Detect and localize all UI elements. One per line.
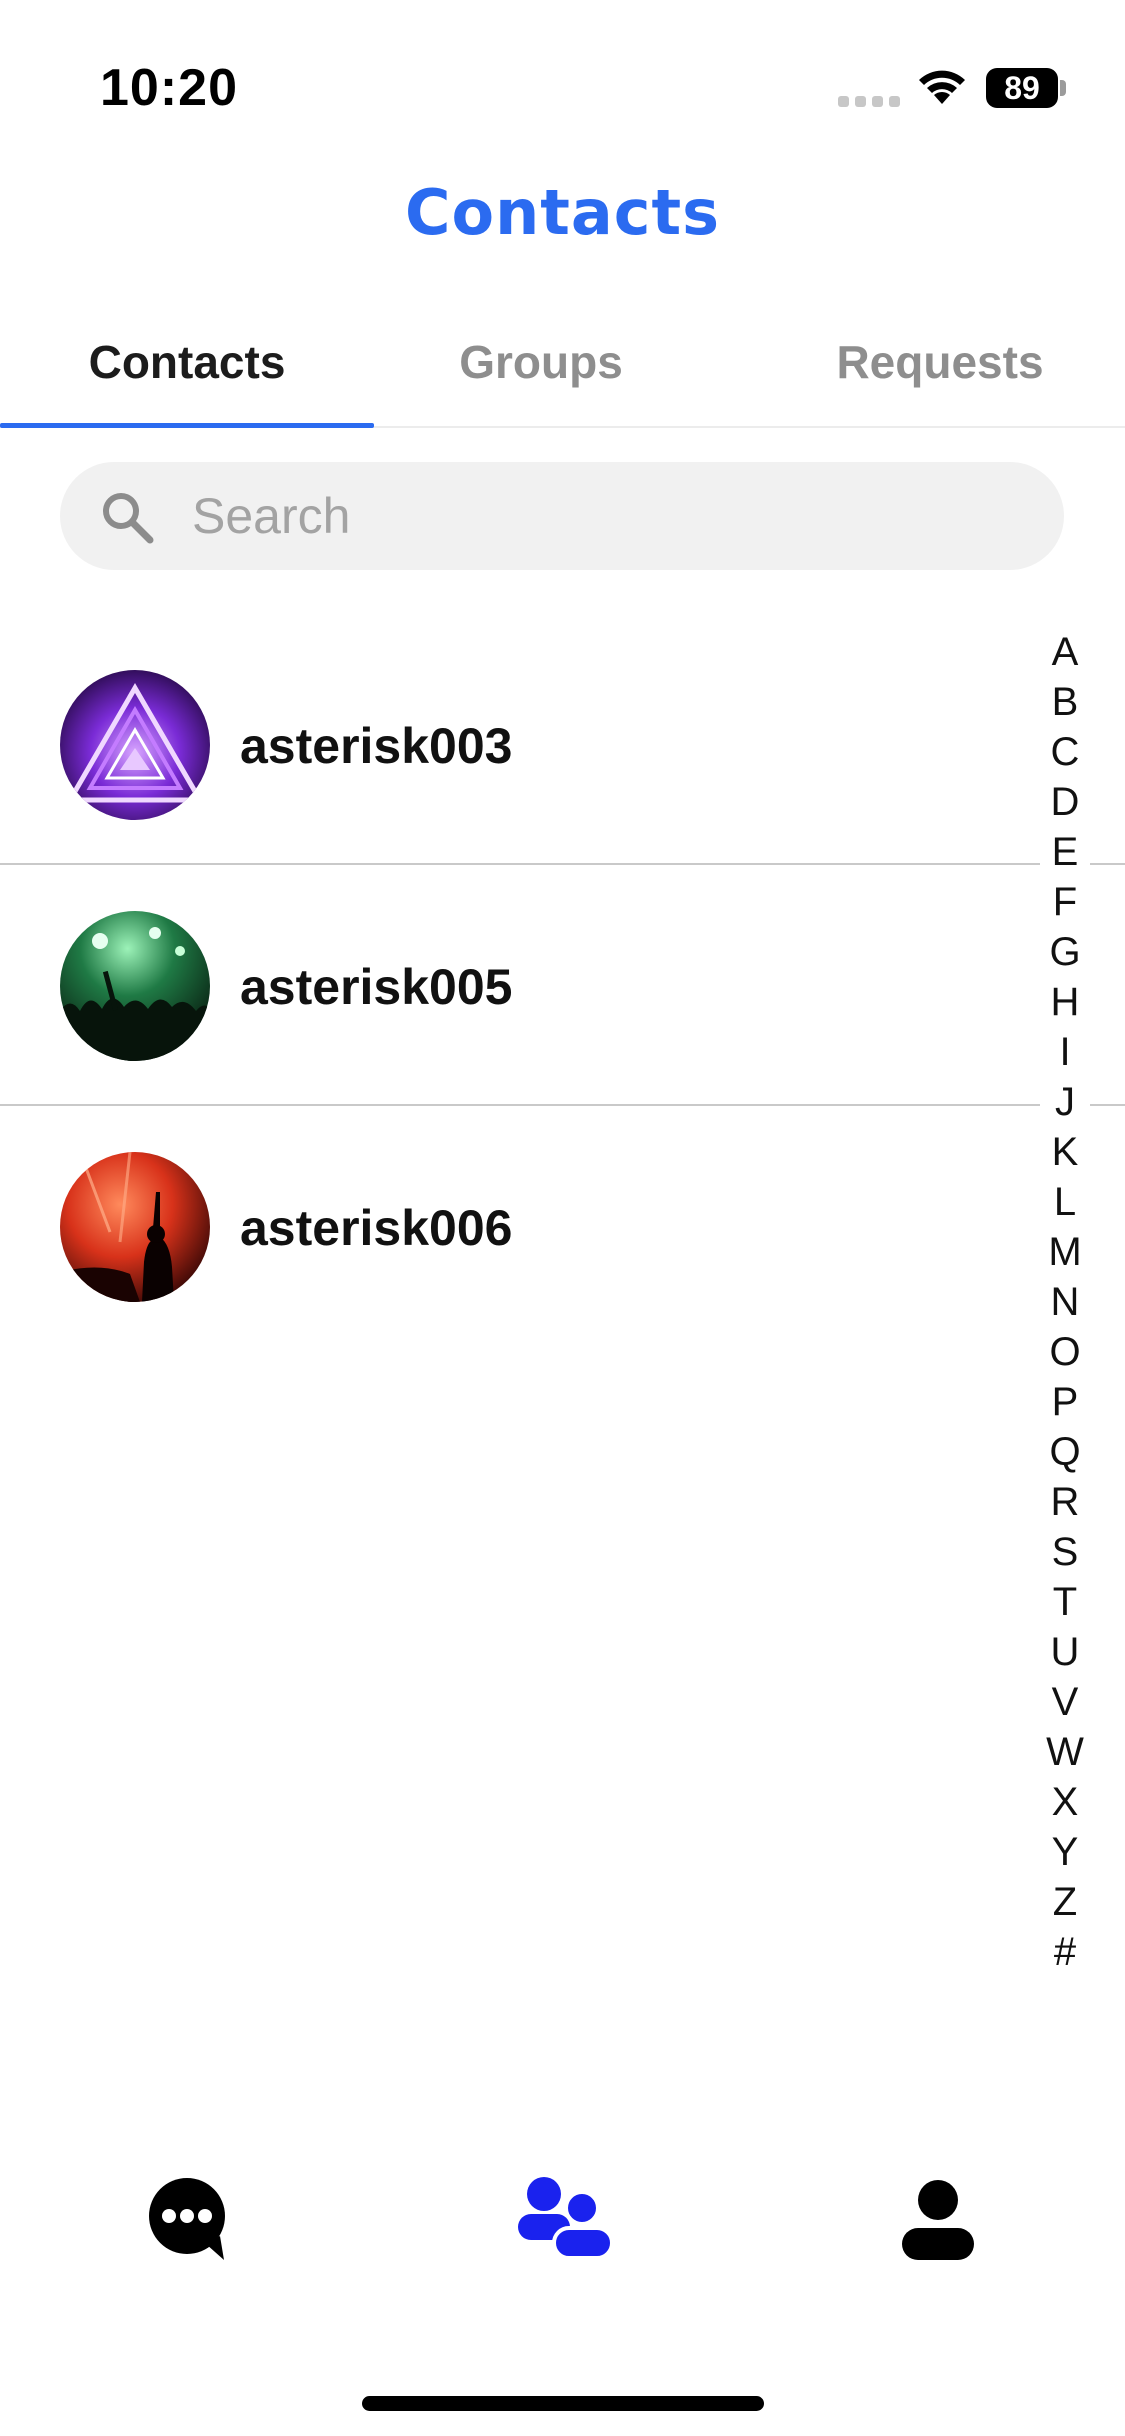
alphabet-index-letter[interactable]: K: [1040, 1127, 1090, 1177]
alphabet-index-letter[interactable]: O: [1040, 1327, 1090, 1377]
profile-person-icon: [902, 2180, 974, 2260]
contact-name: asterisk006: [240, 1200, 513, 1256]
alphabet-index-letter[interactable]: Z: [1040, 1877, 1090, 1927]
chat-bubble-icon: [149, 2178, 225, 2260]
home-indicator: [362, 2396, 764, 2411]
alphabet-index-letter[interactable]: G: [1040, 927, 1090, 977]
contact-row[interactable]: asterisk005: [0, 866, 1125, 1106]
alphabet-index-letter[interactable]: D: [1040, 777, 1090, 827]
alphabet-index-letter[interactable]: Q: [1040, 1427, 1090, 1477]
contact-row[interactable]: asterisk006: [0, 1107, 1125, 1347]
tab-contacts[interactable]: Contacts: [0, 318, 374, 426]
page-title: Contacts: [404, 176, 720, 249]
alphabet-index-letter[interactable]: N: [1040, 1277, 1090, 1327]
search-input[interactable]: [192, 462, 1012, 570]
wifi-icon: [916, 66, 968, 106]
alphabet-index-letter[interactable]: I: [1040, 1027, 1090, 1077]
battery-level: 89: [986, 68, 1058, 108]
avatar: [60, 1152, 210, 1302]
alphabet-index[interactable]: A B C D E F G H I J K L M N O P Q R S T U V W X Y Z #: [1040, 625, 1090, 1977]
battery-icon: 89: [986, 68, 1068, 108]
cellular-signal-icon: [838, 96, 902, 108]
alphabet-index-letter[interactable]: Y: [1040, 1827, 1090, 1877]
alphabet-index-letter[interactable]: B: [1040, 677, 1090, 727]
alphabet-index-letter[interactable]: L: [1040, 1177, 1090, 1227]
avatar: [60, 670, 210, 820]
alphabet-index-letter[interactable]: C: [1040, 727, 1090, 777]
status-time: 10:20: [100, 59, 238, 117]
nav-profile-button[interactable]: [878, 2160, 998, 2280]
contact-name: asterisk003: [240, 718, 513, 774]
search-icon: [100, 490, 154, 544]
contact-row[interactable]: asterisk003: [0, 625, 1125, 865]
nav-contacts-button[interactable]: [502, 2160, 622, 2280]
alphabet-index-letter[interactable]: P: [1040, 1377, 1090, 1427]
alphabet-index-letter[interactable]: T: [1040, 1577, 1090, 1627]
contacts-people-icon: [518, 2177, 614, 2260]
tab-bar: Contacts Groups Requests: [0, 318, 1125, 428]
avatar: [60, 911, 210, 1061]
alphabet-index-letter[interactable]: U: [1040, 1627, 1090, 1677]
bottom-nav: [0, 2160, 1125, 2290]
active-tab-indicator: [0, 423, 374, 428]
alphabet-index-letter[interactable]: M: [1040, 1227, 1090, 1277]
alphabet-index-letter[interactable]: X: [1040, 1777, 1090, 1827]
search-bar[interactable]: [60, 462, 1064, 570]
alphabet-index-letter[interactable]: W: [1040, 1727, 1090, 1777]
divider: [0, 863, 1125, 865]
alphabet-index-letter[interactable]: S: [1040, 1527, 1090, 1577]
tab-groups[interactable]: Groups: [374, 318, 708, 426]
nav-chats-button[interactable]: [128, 2160, 248, 2280]
alphabet-index-letter[interactable]: #: [1040, 1927, 1090, 1977]
status-bar: 10:20 89: [0, 0, 1125, 180]
alphabet-index-letter[interactable]: E: [1040, 827, 1090, 877]
alphabet-index-letter[interactable]: J: [1040, 1077, 1090, 1127]
divider: [0, 1104, 1125, 1106]
alphabet-index-letter[interactable]: H: [1040, 977, 1090, 1027]
alphabet-index-letter[interactable]: A: [1040, 627, 1090, 677]
alphabet-index-letter[interactable]: V: [1040, 1677, 1090, 1727]
tab-requests[interactable]: Requests: [790, 318, 1090, 426]
alphabet-index-letter[interactable]: R: [1040, 1477, 1090, 1527]
contact-name: asterisk005: [240, 959, 513, 1015]
alphabet-index-letter[interactable]: F: [1040, 877, 1090, 927]
